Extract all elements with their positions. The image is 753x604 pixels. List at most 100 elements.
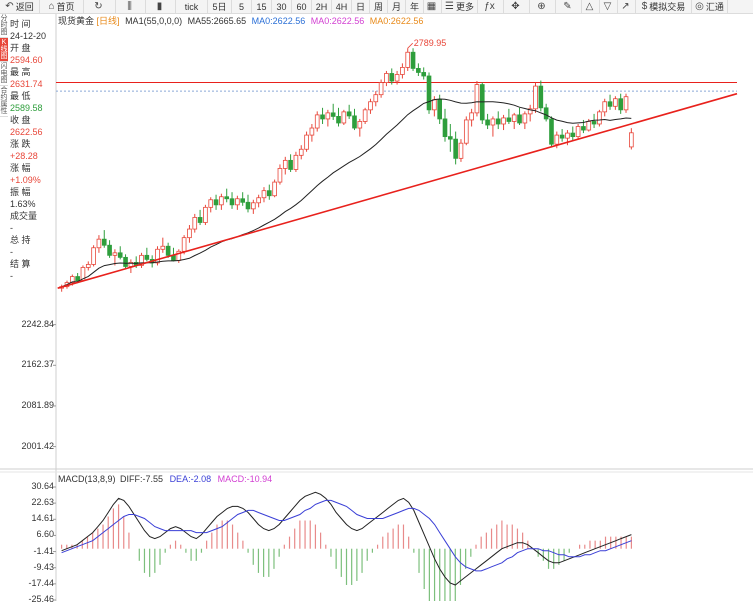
candle-body (298, 148, 304, 156)
candle-body (474, 84, 480, 114)
candle-body (213, 199, 219, 206)
candle-body (192, 217, 198, 230)
candle-body (261, 190, 267, 199)
candle-body (543, 107, 549, 120)
candle-body (437, 99, 442, 120)
candle-body (96, 238, 102, 249)
candle-body (458, 142, 464, 159)
candle-body (405, 51, 411, 68)
candle-body (623, 96, 629, 111)
candle-body (101, 238, 107, 246)
candle-body (144, 254, 150, 260)
candle-body (160, 245, 166, 250)
candle-body (320, 114, 325, 120)
candle-body (501, 117, 506, 125)
candle-body (309, 127, 315, 136)
candle-body (575, 126, 581, 138)
candle-body (368, 101, 373, 111)
candle-body (538, 85, 544, 109)
candle-body (256, 197, 261, 204)
candle-body (410, 51, 416, 69)
candlestick-chart[interactable]: 2789.95 (0, 0, 753, 601)
candle-body (240, 198, 245, 203)
candle-body (330, 112, 336, 117)
candle-body (235, 198, 240, 206)
candle-body (229, 198, 235, 206)
candle-body (629, 132, 634, 148)
candle-body (85, 264, 91, 268)
candle-body (400, 67, 405, 75)
candle-body (453, 138, 458, 159)
candle-body (346, 111, 352, 117)
candle-body (293, 154, 299, 170)
candle-body (490, 118, 496, 126)
candle-body (469, 112, 474, 121)
candle-body (304, 134, 309, 150)
candle-body (181, 237, 187, 252)
candle-body (389, 73, 395, 82)
candle-body (224, 196, 230, 200)
candle-body (123, 256, 128, 267)
support-trendline (57, 92, 738, 289)
candle-body (112, 252, 118, 256)
candle-body (288, 159, 293, 170)
candle-body (219, 196, 224, 206)
candle-body (618, 98, 624, 111)
candle-body (613, 98, 618, 107)
candle-body (565, 132, 570, 139)
candle-body (336, 116, 341, 124)
candle-body (155, 248, 160, 264)
candle-body (442, 118, 448, 138)
candle-body (495, 118, 501, 125)
candle-body (570, 132, 576, 138)
candle-body (378, 82, 384, 96)
candle-body (325, 112, 331, 120)
high-annotation-pointer (407, 42, 414, 49)
candle-body (187, 228, 192, 239)
candle-body (559, 134, 565, 139)
candle-body (485, 119, 490, 126)
candle-body (277, 168, 283, 183)
candle-body (607, 101, 613, 107)
candle-body (352, 115, 357, 129)
candle-body (549, 118, 554, 145)
high-annotation: 2789.95 (414, 38, 447, 48)
candle-body (266, 190, 272, 197)
candle-body (416, 68, 421, 73)
candle-body (117, 252, 123, 258)
candle-body (533, 85, 538, 110)
candle-body (314, 114, 320, 129)
candle-body (282, 159, 288, 169)
candle-body (432, 99, 437, 111)
candle-body (197, 217, 203, 223)
candle-body (357, 121, 363, 129)
candle-body (107, 244, 112, 256)
candle-body (586, 121, 592, 131)
candle-body (421, 72, 427, 77)
candle-body (75, 276, 80, 282)
candle-body (362, 109, 368, 122)
candle-body (597, 111, 602, 125)
candle-body (448, 136, 453, 140)
candle-body (203, 206, 208, 223)
candle-body (581, 126, 586, 131)
candle-body (208, 199, 214, 208)
candle-body (251, 202, 256, 210)
candle-body (91, 247, 96, 265)
candle-body (506, 117, 512, 122)
candle-body (522, 113, 528, 124)
candle-body (602, 101, 608, 113)
candle-body (272, 181, 277, 197)
candle-body (511, 114, 517, 122)
candle-body (394, 74, 400, 82)
candle-body (463, 119, 469, 144)
candle-body (165, 245, 171, 256)
candle-body (517, 114, 522, 124)
candle-body (591, 121, 597, 125)
candle-body (554, 134, 560, 145)
candle-body (245, 201, 251, 210)
candle-body (373, 94, 379, 103)
candle-body (426, 75, 432, 111)
candle-body (341, 111, 347, 124)
candle-body (384, 73, 389, 83)
